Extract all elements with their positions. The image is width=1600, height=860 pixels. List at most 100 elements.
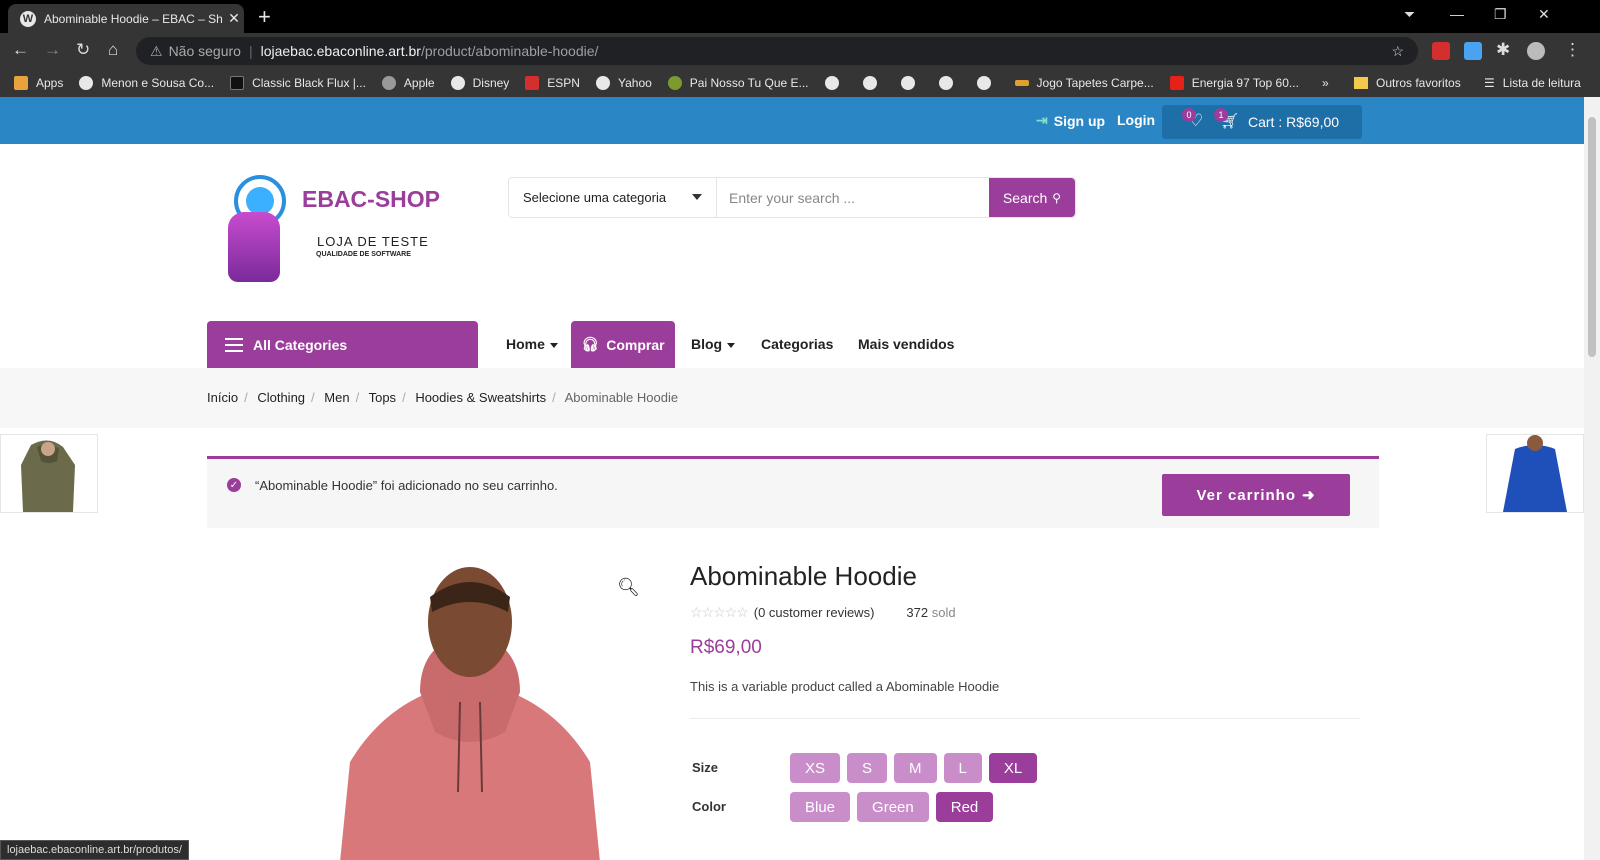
reviews-link[interactable]: (0 customer reviews): [754, 605, 875, 620]
view-cart-button[interactable]: Ver carrinho ➜: [1162, 474, 1350, 516]
breadcrumb-link[interactable]: Hoodies & Sweatshirts: [415, 390, 546, 405]
bookmark-item[interactable]: Classic Black Flux |...: [230, 76, 366, 90]
previous-product-thumbnail[interactable]: [0, 434, 98, 513]
bookmark-item[interactable]: Energia 97 Top 60...: [1169, 76, 1299, 90]
bookmark-item[interactable]: Pai Nosso Tu Que E...: [667, 76, 809, 90]
size-option[interactable]: L: [943, 753, 982, 783]
bookmark-item[interactable]: ESPN: [525, 76, 580, 90]
wordpress-icon: W: [20, 10, 36, 27]
search-button[interactable]: Search ⚲: [989, 178, 1075, 217]
site-icon: [230, 76, 245, 90]
menu-categorias[interactable]: Categorias: [761, 336, 833, 352]
search-input[interactable]: [717, 178, 989, 217]
bookmark-item[interactable]: Jogo Tapetes Carpe...: [1014, 76, 1154, 90]
url-path: /product/abominable-hoodie/: [420, 43, 599, 59]
globe-icon: [976, 76, 991, 90]
profile-avatar[interactable]: [1527, 42, 1545, 60]
page-scrollbar[interactable]: [1584, 97, 1600, 860]
extensions-puzzle-icon[interactable]: ✱: [1496, 40, 1510, 60]
bookmark-globe[interactable]: [938, 76, 961, 90]
address-toolbar: ← → ↻ ⌂ ⚠ Não seguro | lojaebac.ebaconli…: [0, 33, 1600, 69]
size-option[interactable]: XS: [790, 753, 841, 783]
size-options: XS S M L XL: [790, 753, 1038, 783]
youtube-icon: [1169, 76, 1184, 90]
bookmark-item[interactable]: Disney: [450, 76, 509, 90]
olive-hoodie-image: [1, 435, 97, 512]
chevron-down-icon: [549, 342, 558, 348]
breadcrumb-link[interactable]: Men: [324, 390, 349, 405]
size-option-selected[interactable]: XL: [988, 753, 1038, 783]
size-option[interactable]: S: [847, 753, 888, 783]
arrow-right-icon: ➜: [1301, 487, 1316, 504]
blue-shirt-image: [1487, 435, 1583, 512]
scrollbar-thumb[interactable]: [1588, 117, 1596, 357]
forward-icon[interactable]: →: [44, 40, 61, 60]
menu-mais-vendidos[interactable]: Mais vendidos: [858, 336, 954, 352]
bookmark-star-icon[interactable]: ☆: [1391, 43, 1404, 60]
browser-tab[interactable]: W Abominable Hoodie – EBAC – Sh ✕: [8, 4, 244, 33]
bookmark-item[interactable]: Apple: [381, 76, 435, 90]
menu-blog[interactable]: Blog: [691, 336, 736, 352]
menu-home[interactable]: Home: [506, 336, 558, 352]
bookmarks-bar: Apps Menon e Sousa Co... Classic Black F…: [0, 69, 1600, 97]
browser-menu-icon[interactable]: ⋮: [1564, 40, 1581, 60]
logo-tagline: QUALIDADE DE SOFTWARE: [316, 251, 411, 258]
bookmark-globe[interactable]: [824, 76, 847, 90]
close-window-icon[interactable]: ✕: [1538, 6, 1550, 23]
logo-hand: [228, 212, 280, 282]
back-icon[interactable]: ←: [12, 40, 29, 60]
breadcrumb-link[interactable]: Início: [207, 390, 238, 405]
site-logo[interactable]: EBAC-SHOP LOJA DE TESTE QUALIDADE DE SOF…: [220, 172, 460, 302]
check-circle-icon: ✓: [227, 478, 241, 492]
breadcrumb-link[interactable]: Tops: [369, 390, 396, 405]
next-product-thumbnail[interactable]: [1486, 434, 1584, 513]
rating-stars-icon: ☆☆☆☆☆: [690, 604, 749, 620]
bookmark-globe[interactable]: [900, 76, 923, 90]
restore-icon[interactable]: ❐: [1494, 6, 1507, 23]
close-tab-icon[interactable]: ✕: [224, 10, 244, 27]
reading-list-icon: ☰: [1484, 76, 1495, 90]
url-host: lojaebac.ebaconline.art.br: [260, 43, 421, 59]
size-option[interactable]: M: [894, 753, 937, 783]
zoom-search-icon[interactable]: 🔍︎: [617, 577, 640, 598]
search-form: Selecione uma categoria Search ⚲: [508, 177, 1076, 218]
color-option[interactable]: Blue: [790, 792, 851, 822]
extension-icon[interactable]: [1432, 42, 1450, 60]
breadcrumb-link[interactable]: Clothing: [257, 390, 305, 405]
bookmark-item[interactable]: Yahoo: [595, 76, 652, 90]
color-option-selected[interactable]: Red: [935, 792, 994, 822]
bookmark-item[interactable]: Menon e Sousa Co...: [79, 76, 214, 90]
profile-menu-icon[interactable]: ⏷: [1404, 6, 1415, 23]
cart-box[interactable]: ♡ 0 🛒︎ 1 Cart : R$69,00: [1162, 105, 1362, 139]
category-select[interactable]: Selecione uma categoria: [509, 178, 717, 217]
signup-link[interactable]: ⇥ Sign up: [1036, 112, 1105, 129]
menu-comprar[interactable]: 🎧︎ Comprar: [571, 321, 675, 368]
other-favorites[interactable]: Outros favoritos: [1354, 69, 1461, 97]
cloud-extension-icon[interactable]: [1464, 42, 1482, 60]
color-label: Color: [692, 799, 726, 814]
new-tab-icon[interactable]: +: [258, 4, 271, 30]
color-option[interactable]: Green: [857, 792, 929, 822]
minimize-icon[interactable]: —: [1450, 6, 1464, 22]
url-bar[interactable]: ⚠ Não seguro | lojaebac.ebaconline.art.b…: [136, 37, 1418, 65]
cart-total: Cart : R$69,00: [1248, 114, 1340, 130]
home-icon[interactable]: ⌂: [108, 40, 118, 60]
notice-message: “Abominable Hoodie” foi adicionado no se…: [255, 478, 558, 493]
bookmark-globe[interactable]: [862, 76, 885, 90]
logo-dot: [246, 187, 274, 215]
bookmark-globe[interactable]: [976, 76, 999, 90]
product-image[interactable]: [320, 562, 620, 860]
all-categories-button[interactable]: All Categories: [207, 321, 478, 368]
bookmark-apps[interactable]: Apps: [14, 76, 63, 90]
espn-icon: [525, 76, 540, 90]
headset-icon: 🎧︎: [581, 336, 600, 352]
hamburger-icon: [225, 337, 243, 352]
search-icon: ⚲: [1052, 190, 1062, 205]
reload-icon[interactable]: ↻: [76, 40, 90, 60]
reading-list[interactable]: ☰ Lista de leitura: [1484, 69, 1581, 97]
bookmarks-more[interactable]: »: [1322, 69, 1329, 97]
globe-icon: [938, 76, 953, 90]
login-link[interactable]: Login: [1117, 112, 1155, 128]
globe-icon: [900, 76, 915, 90]
breadcrumb-current: Abominable Hoodie: [564, 390, 679, 405]
